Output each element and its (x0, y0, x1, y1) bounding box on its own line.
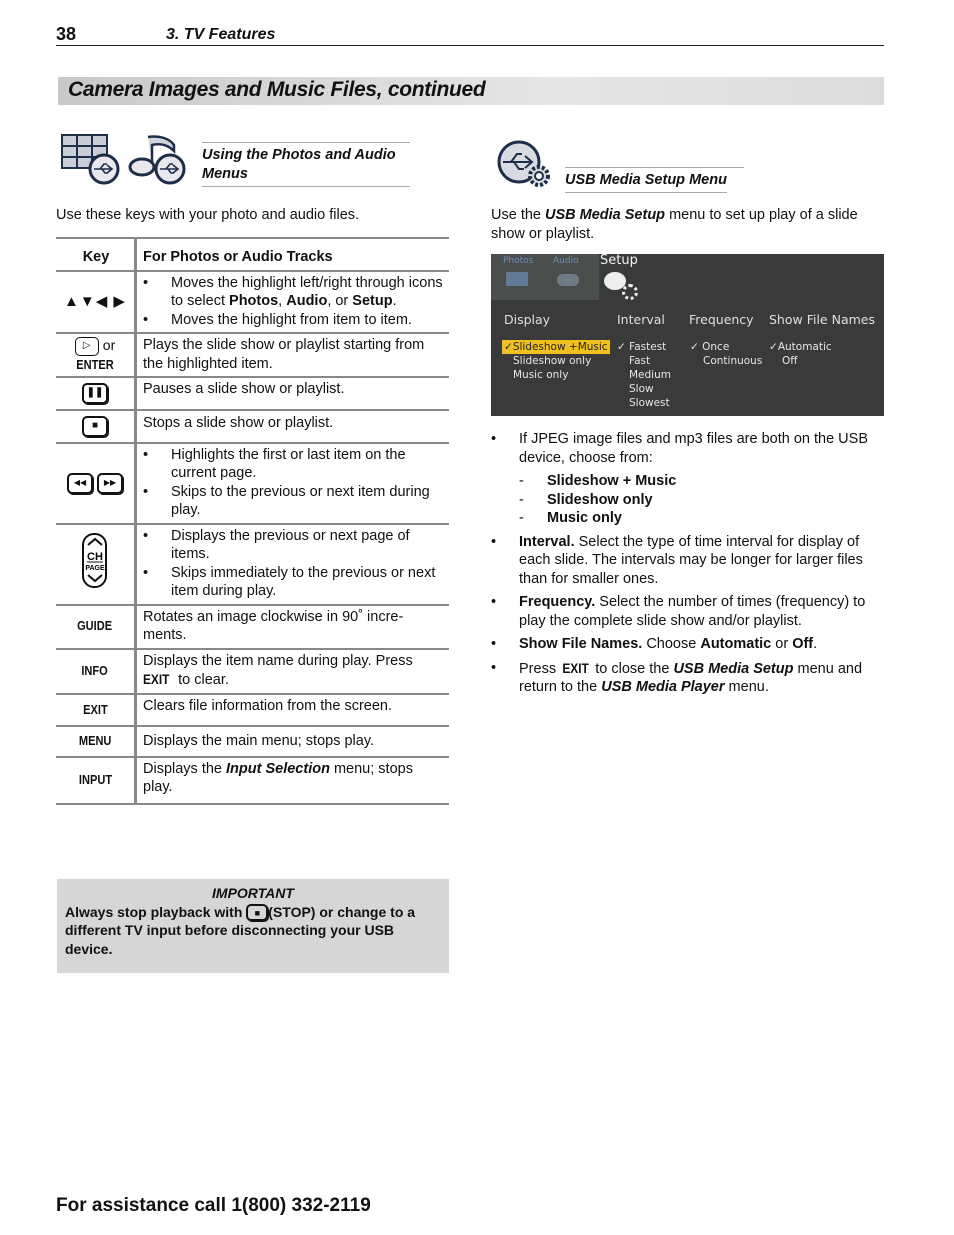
subhead-photos-audio: Using the Photos and Audio Menus (202, 142, 410, 187)
key-exit: EXIT (82, 701, 108, 717)
row-text: Displays the Input Selection menu; stops… (135, 755, 449, 805)
bullet-item: Highlights the first or last item on the… (143, 446, 445, 483)
ch-page-rocker-icon: CH PAGE (82, 533, 107, 589)
row-text: Clears file information from the screen. (135, 692, 449, 727)
interval-option[interactable]: Fast (617, 354, 671, 368)
bullet-item: If JPEG image files and mp3 files are bo… (491, 430, 889, 528)
svg-text:PAGE: PAGE (85, 565, 105, 572)
interval-option[interactable]: Medium (617, 368, 671, 382)
display-option-selected[interactable]: ✓Slideshow +Music (502, 340, 610, 354)
svg-text:CH: CH (87, 551, 103, 563)
table-header-row: Key For Photos or Audio Tracks (56, 237, 449, 271)
skip-buttons-icon: ◀◀ ▶▶ (56, 441, 137, 524)
gear-icon (622, 284, 638, 300)
interval-options: ✓ Fastest Fast Medium Slow Slowest (617, 340, 671, 410)
frequency-options: ✓ Once Continuous (690, 340, 762, 368)
assistance-footer: For assistance call 1(800) 332-2119 (56, 1195, 371, 1216)
col-frequency-label: Frequency (689, 312, 754, 327)
bullet-item: Displays the previous or next page of it… (143, 527, 445, 564)
show-file-names-option[interactable]: Off (769, 354, 832, 368)
key-enter: ENTER (76, 356, 114, 372)
row-text: Displays the main menu; stops play. (135, 725, 449, 757)
frequency-option[interactable]: Continuous (690, 354, 762, 368)
interval-option[interactable]: Slowest (617, 396, 671, 410)
col-header-key: Key (56, 237, 137, 271)
arrow-keys-icon: ▲▼◀ ▶ (56, 269, 137, 333)
table-row: ▲▼◀ ▶ Moves the highlight left/right thr… (56, 269, 449, 333)
photos-usb-icon (60, 133, 122, 190)
pause-button-icon: ❚❚ (82, 382, 108, 404)
table-row: INFO Displays the item name during play.… (56, 647, 449, 694)
page-number: 38 (56, 24, 77, 44)
important-message: Always stop playback with ■ (STOP) or cha… (65, 903, 416, 957)
important-title: IMPORTANT (212, 885, 294, 901)
bullet-item: Skips to the previous or next item durin… (143, 483, 445, 520)
table-row: ▷ or ENTER Plays the slide show or playli… (56, 331, 449, 378)
play-button-icon: ▷ (74, 336, 99, 356)
header-divider (56, 45, 884, 46)
display-choice: Slideshow only (519, 491, 889, 510)
skip-back-icon: ◀◀ (66, 472, 93, 494)
table-row: MENU Displays the main menu; stops play. (56, 725, 449, 757)
tab-audio[interactable]: Audio (553, 256, 579, 266)
bullet-item: Show File Names. Choose Automatic or Off… (491, 635, 889, 654)
photos-tab-icon (506, 272, 528, 286)
col-interval-label: Interval (617, 312, 665, 327)
key-info: INFO (81, 662, 109, 678)
keys-table: Key For Photos or Audio Tracks ▲▼◀ ▶ Mov… (56, 237, 449, 805)
table-row: ◀◀ ▶▶ Highlights the first or last item … (56, 441, 449, 524)
subhead-usb-setup: USB Media Setup Menu (565, 167, 744, 193)
display-option[interactable]: Music only (502, 368, 610, 382)
tab-photos[interactable]: Photos (503, 256, 533, 266)
tab-bar: Photos Audio (491, 254, 599, 300)
display-choice: Music only (519, 509, 889, 528)
table-row: ■ Stops a slide show or playlist. (56, 408, 449, 443)
show-file-names-options: ✓Automatic Off (769, 340, 832, 368)
row-text: Displays the item name during play. Pres… (135, 647, 449, 694)
stop-button-icon: ■ (82, 415, 108, 437)
skip-forward-icon: ▶▶ (97, 472, 124, 494)
important-note: IMPORTANT Always stop playback with ■ (ST… (57, 879, 449, 973)
usb-media-setup-screenshot: Photos Audio Setup Display Interval Freq… (491, 253, 884, 416)
frequency-option-selected[interactable]: ✓ Once (690, 340, 762, 354)
key-input: INPUT (78, 771, 112, 787)
audio-tab-icon (557, 274, 579, 286)
table-row: GUIDE Rotates an image clockwise in 90˚ … (56, 603, 449, 649)
tab-setup[interactable]: Setup (600, 253, 638, 268)
display-choice: Slideshow + Music (519, 472, 889, 491)
table-row: EXIT Clears file information from the sc… (56, 692, 449, 727)
display-option[interactable]: Slideshow only (502, 354, 610, 368)
interval-option[interactable]: Slow (617, 382, 671, 396)
show-file-names-option-selected[interactable]: ✓Automatic (769, 340, 832, 354)
bullet-item: Moves the highlight left/right through i… (143, 274, 445, 311)
right-intro: Use the USB Media Setup menu to set up p… (491, 207, 858, 242)
row-text: Rotates an image clockwise in 90˚ incre-… (135, 603, 449, 649)
table-row: INPUT Displays the Input Selection menu;… (56, 755, 449, 805)
key-guide: GUIDE (77, 618, 113, 634)
bullet-item: Interval. Select the type of time interv… (491, 533, 889, 589)
key-menu: MENU (78, 733, 112, 749)
bullet-item: Frequency. Select the number of times (f… (491, 593, 889, 630)
row-text: Plays the slide show or playlist startin… (135, 331, 449, 378)
section-title: Camera Images and Music Files, continued (68, 78, 486, 101)
bullet-item: Press EXIT to close the USB Media Setup … (491, 659, 889, 697)
col-show-file-names-label: Show File Names (769, 312, 875, 327)
col-header-function: For Photos or Audio Tracks (135, 237, 449, 271)
row-text: Stops a slide show or playlist. (135, 408, 449, 443)
chapter-title: 3. TV Features (166, 26, 276, 43)
display-options: ✓Slideshow +Music Slideshow only Music o… (502, 340, 610, 382)
stop-button-icon: ■ (246, 904, 269, 922)
section-title-bar: Camera Images and Music Files, continued (58, 77, 884, 105)
row-text: Pauses a slide show or playlist. (135, 376, 449, 410)
table-row: CH PAGE Displays the previous or next pa… (56, 522, 449, 605)
bullet-item: Skips immediately to the previous or nex… (143, 564, 445, 601)
table-row: ❚❚ Pauses a slide show or playlist. (56, 376, 449, 410)
usb-setup-icon (495, 140, 555, 195)
col-display-label: Display (504, 312, 551, 327)
left-intro: Use these keys with your photo and audio… (56, 207, 360, 223)
audio-usb-icon (128, 133, 188, 190)
setup-notes: If JPEG image files and mp3 files are bo… (491, 430, 889, 702)
interval-option-selected[interactable]: ✓ Fastest (617, 340, 671, 354)
bullet-item: Moves the highlight from item to item. (143, 311, 445, 330)
